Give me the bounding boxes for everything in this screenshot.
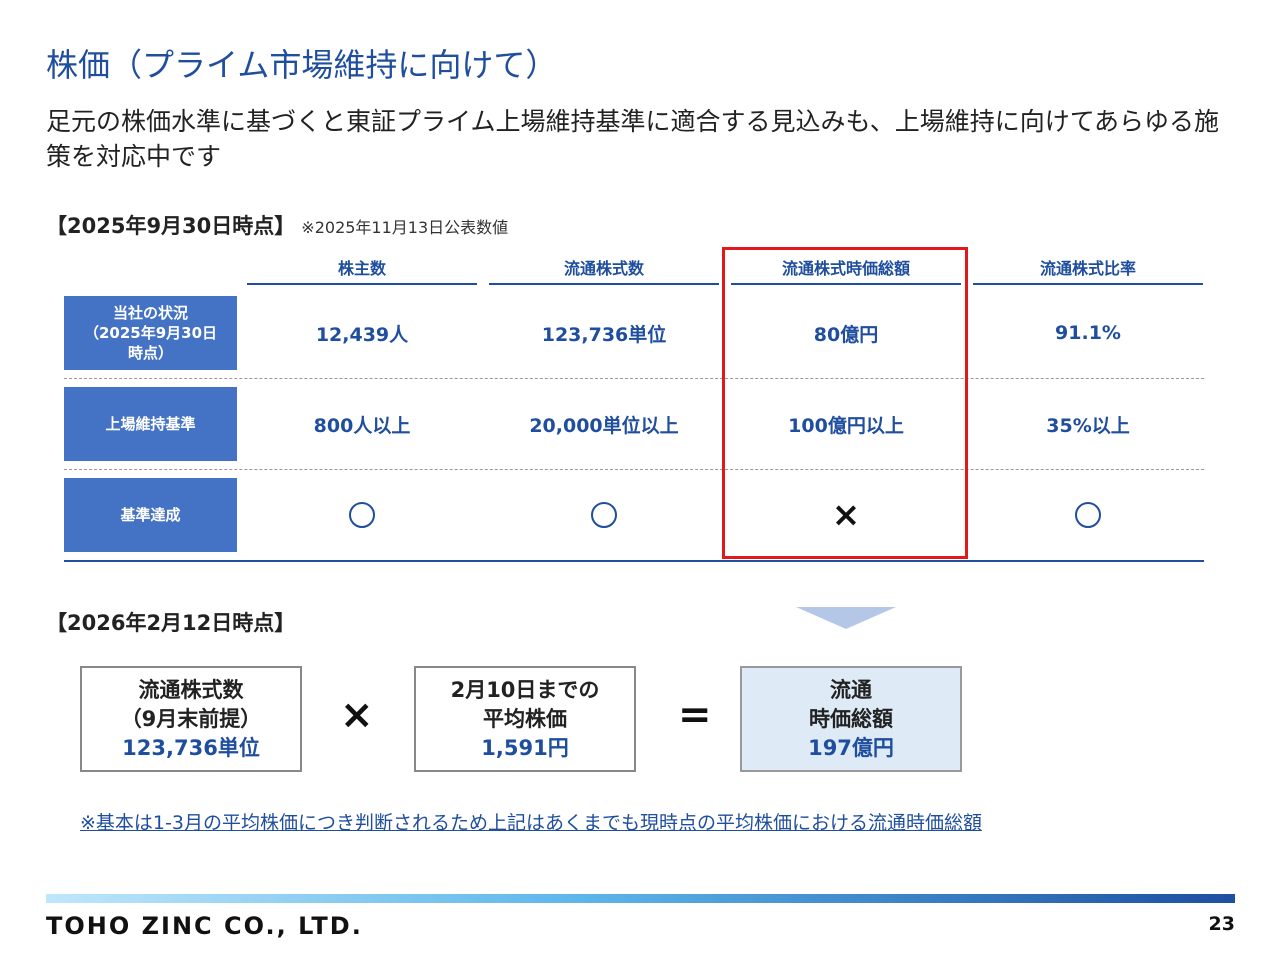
col-header-tradable-shares: 流通株式数	[489, 256, 719, 285]
section1-note: ※2025年11月13日公表数値	[301, 218, 509, 237]
table-bottom-rule	[64, 560, 1204, 562]
row-label-criteria-met: 基準達成	[64, 478, 237, 552]
formula-box-value: 123,736単位	[122, 735, 260, 760]
cell-criteria-ratio: 35%以上	[1046, 414, 1130, 437]
cell-current-shareholders: 12,439人	[315, 323, 409, 346]
circle-icon	[349, 502, 375, 528]
formula-box-tradable-shares: 流通株式数 （9月末前提） 123,736単位	[80, 666, 302, 772]
formula-box-value: 197億円	[808, 735, 894, 760]
circle-icon	[591, 502, 617, 528]
section1-heading: 【2025年9月30日時点】 ※2025年11月13日公表数値	[46, 210, 508, 240]
row-label-listing-criteria: 上場維持基準	[64, 387, 237, 461]
formula-box-line: 平均株価	[483, 706, 567, 731]
formula-box-result-market-cap: 流通 時価総額 197億円	[740, 666, 962, 772]
cell-criteria-tradable-shares: 20,000単位以上	[529, 414, 679, 437]
footnote: ※基本は1-3月の平均株価につき判断されるため上記はあくまでも現時点の平均株価に…	[80, 812, 982, 834]
formula-box-line: 流通	[830, 677, 872, 702]
cell-criteria-shareholders: 800人以上	[313, 414, 411, 437]
formula-box-value: 1,591円	[481, 735, 569, 760]
page-title: 株価（プライム市場維持に向けて）	[46, 46, 558, 84]
cell-met-shareholders	[242, 478, 482, 552]
footer-gradient-bar	[46, 894, 1235, 903]
formula-box-line: 時価総額	[809, 706, 893, 731]
cell-met-tradable-shares	[484, 478, 724, 552]
col-header-shareholders: 株主数	[247, 256, 477, 285]
page-number: 23	[1208, 913, 1235, 935]
row-label-current-status: 当社の状況 （2025年9月30日 時点）	[64, 296, 237, 370]
cell-met-ratio	[968, 478, 1208, 552]
multiply-icon: ×	[340, 692, 374, 738]
down-arrow-icon	[796, 607, 896, 629]
row-divider	[64, 378, 1204, 379]
section1-date: 【2025年9月30日時点】	[46, 214, 296, 238]
company-logo-text: TOHO ZINC CO., LTD.	[46, 912, 363, 940]
formula-box-line: 流通株式数	[138, 677, 244, 702]
page-subtitle: 足元の株価水準に基づくと東証プライム上場維持基準に適合する見込みも、上場維持に向…	[46, 107, 1220, 171]
cell-current-tradable-shares: 123,736単位	[541, 323, 667, 346]
highlight-box-market-cap	[722, 247, 968, 559]
section2-heading: 【2026年2月12日時点】	[46, 611, 296, 635]
formula-box-line: 2月10日までの	[450, 677, 600, 702]
cell-current-ratio: 91.1%	[1055, 322, 1121, 344]
formula-box-line: （9月末前提）	[120, 706, 262, 731]
circle-icon	[1075, 502, 1101, 528]
equals-icon: =	[678, 692, 712, 738]
col-header-tradable-ratio: 流通株式比率	[973, 256, 1203, 285]
row-divider	[64, 469, 1204, 470]
formula-box-average-price: 2月10日までの 平均株価 1,591円	[414, 666, 636, 772]
